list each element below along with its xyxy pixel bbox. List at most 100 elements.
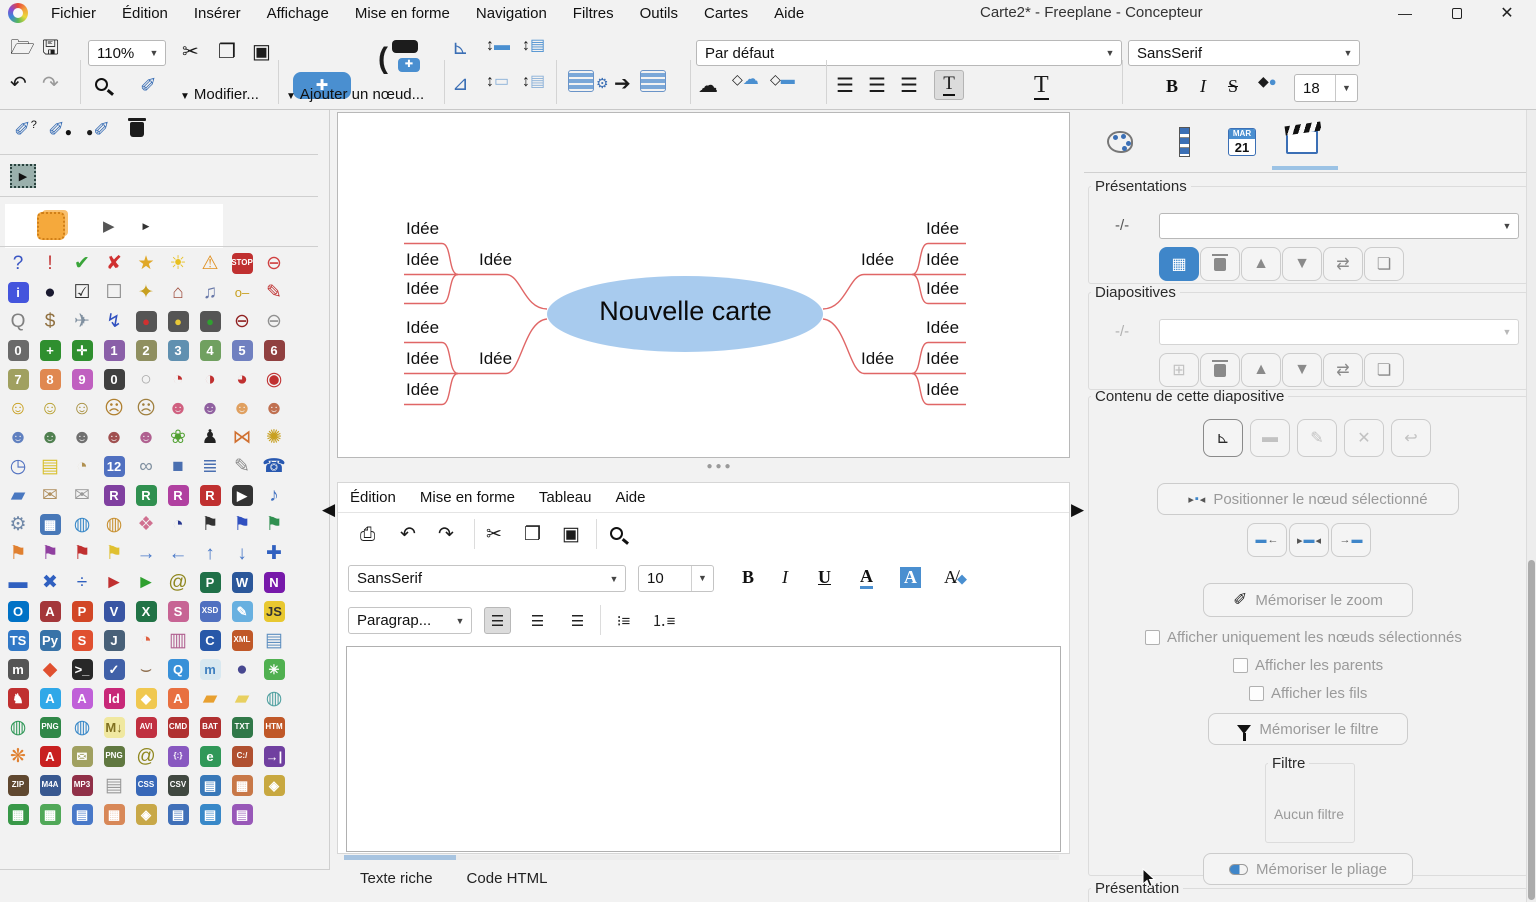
delete-presentation-button[interactable] — [1200, 247, 1240, 281]
note-menu-mise-en-forme[interactable]: Mise en forme — [408, 485, 527, 510]
edit-after-icon[interactable]: ●✐ — [86, 120, 110, 140]
palette-icon[interactable]: ✎ — [228, 453, 256, 479]
menu-navigation[interactable]: Navigation — [463, 2, 560, 25]
palette-icon[interactable]: N — [260, 569, 288, 595]
palette-icon[interactable]: ☻ — [4, 424, 32, 450]
palette-icon[interactable]: ⚙ — [4, 511, 32, 537]
note-highlight-icon[interactable]: A — [900, 567, 921, 588]
collapse-left-icon[interactable]: ◀ — [322, 500, 335, 520]
palette-icon[interactable]: ► — [132, 569, 160, 595]
spacing-branch-icon[interactable]: ↕▤ — [522, 38, 545, 54]
palette-icon[interactable]: ▤ — [196, 801, 224, 827]
note-align-right-button[interactable]: ☰ — [564, 607, 591, 634]
palette-icon[interactable]: PNG — [36, 714, 64, 740]
palette-icon[interactable]: ✘ — [100, 250, 128, 276]
palette-icon[interactable]: R — [196, 482, 224, 508]
palette-icon[interactable]: ❋ — [4, 743, 32, 769]
palette-icon[interactable]: ✉ — [68, 743, 96, 769]
palette-icon[interactable]: ☻ — [36, 424, 64, 450]
palette-icon[interactable]: →| — [260, 743, 288, 769]
palette-icon[interactable]: 5 — [228, 337, 256, 363]
restore-button[interactable] — [1434, 0, 1480, 26]
palette-icon[interactable]: ✖ — [36, 569, 64, 595]
note-clear-format-icon[interactable]: A̸◆ — [944, 567, 967, 588]
palette-icon[interactable]: @ — [132, 743, 160, 769]
palette-icon[interactable]: ▰ — [4, 482, 32, 508]
palette-icon[interactable]: X — [132, 598, 160, 624]
palette-icon[interactable]: ◍ — [68, 714, 96, 740]
map-node-label[interactable]: Idée — [406, 349, 439, 369]
palette-icon[interactable]: A — [36, 685, 64, 711]
swap-slide-button[interactable]: ⇄ — [1323, 353, 1363, 387]
palette-icon[interactable]: CSS — [132, 772, 160, 798]
new-presentation-button[interactable]: ▦ — [1159, 247, 1199, 281]
icon-group-row[interactable]: ▶ ▶ — [5, 204, 223, 248]
palette-icon[interactable]: 7 — [4, 366, 32, 392]
align-node-right-button[interactable]: →▬ — [1331, 523, 1371, 557]
paste-icon[interactable]: ▣ — [252, 42, 271, 62]
slide-node-button[interactable]: ▬ — [1250, 419, 1290, 457]
palette-icon[interactable]: 3 — [164, 337, 192, 363]
note-font-combobox[interactable]: SansSerif▼ — [348, 565, 626, 592]
palette-icon[interactable]: ☹ — [100, 395, 128, 421]
redo-icon[interactable]: ↷ — [42, 74, 59, 94]
palette-icon[interactable]: ◍ — [100, 511, 128, 537]
new-slide-button[interactable]: ⊞ — [1159, 353, 1199, 387]
note-underline-icon[interactable]: U — [818, 567, 831, 588]
map-node-label[interactable]: Idée — [479, 250, 512, 270]
search-icon[interactable] — [95, 78, 108, 91]
palette-icon[interactable]: S — [164, 598, 192, 624]
palette-icon[interactable]: ● — [36, 279, 64, 305]
cut-icon[interactable]: ✂ — [182, 42, 199, 62]
remove-icons-trash-icon[interactable] — [130, 122, 144, 137]
palette-icon[interactable]: STOP — [228, 250, 256, 276]
palette-icon[interactable]: ☻ — [196, 395, 224, 421]
spacing-branch-outline-icon[interactable]: ↕▤ — [522, 74, 545, 90]
palette-icon[interactable]: o– — [228, 279, 256, 305]
palette-icon[interactable]: $ — [36, 308, 64, 334]
checkbox-icon[interactable] — [1249, 686, 1264, 701]
palette-icon[interactable]: ♞ — [4, 685, 32, 711]
move-presentation-up-button[interactable]: ▲ — [1241, 247, 1281, 281]
palette-icon[interactable]: ◷ — [4, 453, 32, 479]
palette-icon[interactable]: 12 — [100, 453, 128, 479]
presentations-combobox[interactable]: ▼ — [1159, 213, 1519, 239]
tab-texte-riche[interactable]: Texte riche — [360, 870, 433, 896]
palette-icon[interactable]: ⊖ — [260, 250, 288, 276]
map-node-label[interactable]: Idée — [926, 219, 959, 239]
palette-icon[interactable]: A — [36, 598, 64, 624]
palette-icon[interactable]: S — [68, 627, 96, 653]
note-text-area[interactable] — [346, 646, 1061, 852]
edit-pen-icon[interactable]: ✐ — [140, 76, 157, 96]
align-left-icon[interactable]: ☰ — [836, 76, 854, 96]
style-combobox[interactable]: Par défaut▼ — [696, 40, 1122, 66]
palette-icon[interactable]: ☑ — [68, 279, 96, 305]
palette-icon[interactable]: ◍ — [4, 714, 32, 740]
open-map-icon[interactable]: 🗁 — [10, 38, 35, 58]
align-right-icon[interactable]: ☰ — [900, 76, 918, 96]
palette-icon[interactable]: ✦ — [132, 279, 160, 305]
delete-slide-button[interactable] — [1200, 353, 1240, 387]
copy-icon[interactable]: ❐ — [218, 42, 236, 62]
palette-icon[interactable]: ◔ — [164, 366, 192, 392]
palette-icon[interactable]: ◍ — [260, 685, 288, 711]
palette-icon[interactable]: ▤ — [228, 801, 256, 827]
slide-edit-button[interactable]: ✎ — [1297, 419, 1337, 457]
palette-icon[interactable]: ↓ — [228, 540, 256, 566]
slide-layout-button[interactable]: ⊾ — [1203, 419, 1243, 457]
expand-map-icon[interactable]: ⊿ — [452, 74, 469, 94]
palette-icon[interactable]: ← — [164, 540, 192, 566]
palette-icon[interactable]: ! — [36, 250, 64, 276]
palette-icon[interactable]: ▦ — [228, 772, 256, 798]
palette-icon[interactable]: ● — [164, 308, 192, 334]
palette-icon[interactable]: C:/ — [228, 743, 256, 769]
palette-icon[interactable]: ☻ — [100, 424, 128, 450]
palette-icon[interactable]: ▦ — [4, 801, 32, 827]
menu-affichage[interactable]: Affichage — [254, 2, 342, 25]
layout-source-grid-icon[interactable] — [568, 70, 594, 92]
palette-icon[interactable]: ☻ — [260, 395, 288, 421]
palette-icon[interactable]: ▶ — [228, 482, 256, 508]
palette-icon[interactable]: BAT — [196, 714, 224, 740]
edit-before-icon[interactable]: ✐● — [48, 120, 72, 140]
palette-icon[interactable]: ☹ — [132, 395, 160, 421]
